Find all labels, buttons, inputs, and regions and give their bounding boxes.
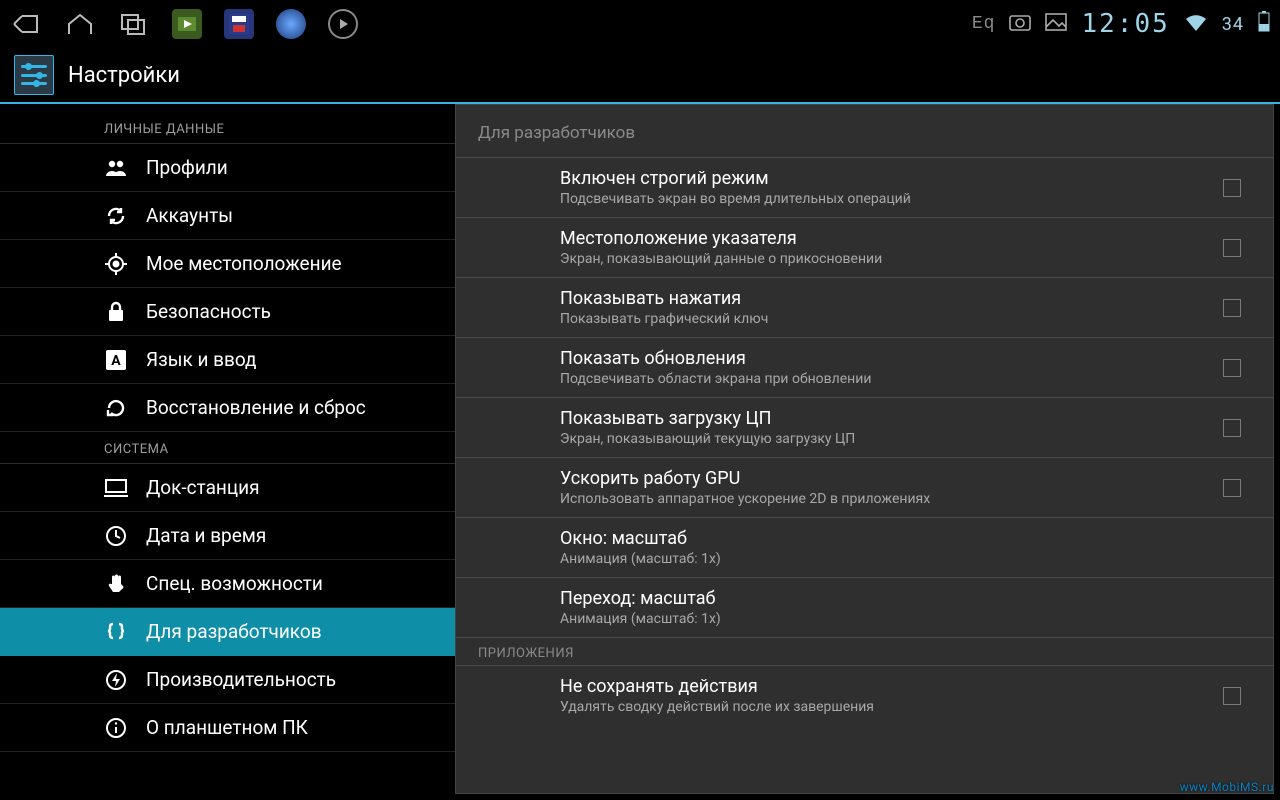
checkbox[interactable]	[1223, 687, 1241, 705]
sidebar-group-personal: ЛИЧНЫЕ ДАННЫЕ	[0, 112, 455, 144]
pref-strict-mode[interactable]: Включен строгий режим Подсвечивать экран…	[456, 157, 1273, 217]
sidebar-label: Дата и время	[146, 524, 266, 547]
page-title: Настройки	[68, 63, 180, 88]
battery-icon	[1258, 10, 1270, 38]
sidebar-label: Производительность	[146, 668, 336, 691]
sidebar-item-language[interactable]: A Язык и ввод	[0, 336, 455, 384]
hand-icon	[104, 573, 128, 595]
pref-show-updates[interactable]: Показать обновления Подсвечивать области…	[456, 337, 1273, 397]
picture-icon	[1045, 12, 1067, 37]
sidebar-label: О планшетном ПК	[146, 716, 308, 739]
pref-title: Не сохранять действия	[560, 676, 1203, 697]
pref-show-touches[interactable]: Показывать нажатия Показывать графически…	[456, 277, 1273, 337]
pref-pointer-location[interactable]: Местоположение указателя Экран, показыва…	[456, 217, 1273, 277]
pref-title: Показывать загрузку ЦП	[560, 408, 1203, 429]
pref-title: Показать обновления	[560, 348, 1203, 369]
pref-sub: Экран, показывающий текущую загрузку ЦП	[560, 431, 1203, 447]
clock-icon	[104, 525, 128, 547]
braces-icon	[104, 621, 128, 643]
dock-icon	[104, 478, 128, 498]
app-shortcut-save-icon[interactable]	[224, 9, 254, 39]
pref-title: Показывать нажатия	[560, 288, 1203, 309]
main-area: ЛИЧНЫЕ ДАННЫЕ Профили Аккаунты Мое место…	[0, 104, 1280, 800]
pref-sub: Анимация (масштаб: 1x)	[560, 551, 1251, 567]
battery-percent: 34	[1222, 14, 1244, 35]
sidebar-label: Язык и ввод	[146, 348, 257, 371]
pref-title: Местоположение указателя	[560, 228, 1203, 249]
app-shortcut-browser-icon[interactable]	[276, 9, 306, 39]
checkbox[interactable]	[1223, 359, 1241, 377]
sidebar-item-accounts[interactable]: Аккаунты	[0, 192, 455, 240]
checkbox[interactable]	[1223, 299, 1241, 317]
sidebar-item-about[interactable]: О планшетном ПК	[0, 704, 455, 752]
sidebar-label: Спец. возможности	[146, 572, 323, 595]
lock-icon	[104, 301, 128, 323]
home-icon[interactable]	[64, 8, 96, 40]
sidebar-label: Для разработчиков	[146, 620, 322, 643]
sidebar-item-accessibility[interactable]: Спец. возможности	[0, 560, 455, 608]
status-clock: 12:05	[1081, 9, 1169, 39]
pref-sub: Показывать графический ключ	[560, 311, 1203, 327]
sidebar-item-security[interactable]: Безопасность	[0, 288, 455, 336]
settings-sidebar: ЛИЧНЫЕ ДАННЫЕ Профили Аккаунты Мое место…	[0, 104, 455, 800]
checkbox[interactable]	[1223, 419, 1241, 437]
sidebar-item-backup-reset[interactable]: Восстановление и сброс	[0, 384, 455, 432]
app-shortcut-play-icon[interactable]	[328, 9, 358, 39]
pref-sub: Подсвечивать экран во время длительных о…	[560, 191, 1203, 207]
sidebar-item-performance[interactable]: Производительность	[0, 656, 455, 704]
system-status-bar: Eq 12:05 34	[0, 0, 1280, 48]
sidebar-label: Профили	[146, 156, 228, 179]
pref-title: Окно: масштаб	[560, 528, 1251, 549]
svg-text:A: A	[111, 353, 121, 369]
sidebar-group-system: СИСТЕМА	[0, 432, 455, 464]
bolt-icon	[104, 669, 128, 691]
recent-apps-icon[interactable]	[118, 8, 150, 40]
sidebar-label: Аккаунты	[146, 204, 233, 227]
pref-sub: Удалять сводку действий после их заверше…	[560, 699, 1203, 715]
app-shortcut-media-icon[interactable]	[172, 9, 202, 39]
sidebar-label: Док-станция	[146, 476, 260, 499]
sidebar-label: Безопасность	[146, 300, 271, 323]
sidebar-item-datetime[interactable]: Дата и время	[0, 512, 455, 560]
backup-icon	[104, 397, 128, 419]
checkbox[interactable]	[1223, 479, 1241, 497]
location-icon	[104, 253, 128, 275]
language-icon: A	[104, 350, 128, 370]
sidebar-item-location[interactable]: Мое местоположение	[0, 240, 455, 288]
settings-app-icon	[14, 55, 54, 95]
eq-indicator: Eq	[972, 14, 996, 34]
pref-title: Переход: масштаб	[560, 588, 1251, 609]
profiles-icon	[104, 157, 128, 179]
sidebar-label: Восстановление и сброс	[146, 396, 366, 419]
sync-icon	[104, 205, 128, 227]
watermark: www.MobiMS.ru	[1180, 780, 1274, 794]
pref-sub: Анимация (масштаб: 1x)	[560, 611, 1251, 627]
pref-group-apps: ПРИЛОЖЕНИЯ	[456, 637, 1273, 665]
checkbox[interactable]	[1223, 179, 1241, 197]
title-bar: Настройки	[0, 48, 1280, 104]
pref-transition-scale[interactable]: Переход: масштаб Анимация (масштаб: 1x)	[456, 577, 1273, 637]
wifi-icon	[1184, 12, 1208, 37]
pref-title: Ускорить работу GPU	[560, 468, 1203, 489]
pref-cpu-usage[interactable]: Показывать загрузку ЦП Экран, показывающ…	[456, 397, 1273, 457]
pref-title: Включен строгий режим	[560, 168, 1203, 189]
back-icon[interactable]	[10, 8, 42, 40]
pref-sub: Использовать аппаратное ускорение 2D в п…	[560, 491, 1203, 507]
sidebar-item-profiles[interactable]: Профили	[0, 144, 455, 192]
pref-window-scale[interactable]: Окно: масштаб Анимация (масштаб: 1x)	[456, 517, 1273, 577]
sidebar-item-dock[interactable]: Док-станция	[0, 464, 455, 512]
pref-sub: Экран, показывающий данные о прикосновен…	[560, 251, 1203, 267]
sidebar-item-developer[interactable]: Для разработчиков	[0, 608, 455, 656]
pref-force-gpu[interactable]: Ускорить работу GPU Использовать аппарат…	[456, 457, 1273, 517]
sidebar-label: Мое местоположение	[146, 252, 342, 275]
detail-header: Для разработчиков	[456, 105, 1273, 157]
settings-detail-panel[interactable]: Для разработчиков Включен строгий режим …	[455, 104, 1274, 794]
info-icon	[104, 717, 128, 739]
checkbox[interactable]	[1223, 239, 1241, 257]
camera-access-icon	[1009, 12, 1031, 37]
pref-sub: Подсвечивать области экрана при обновлен…	[560, 371, 1203, 387]
pref-dont-keep-activities[interactable]: Не сохранять действия Удалять сводку дей…	[456, 665, 1273, 725]
